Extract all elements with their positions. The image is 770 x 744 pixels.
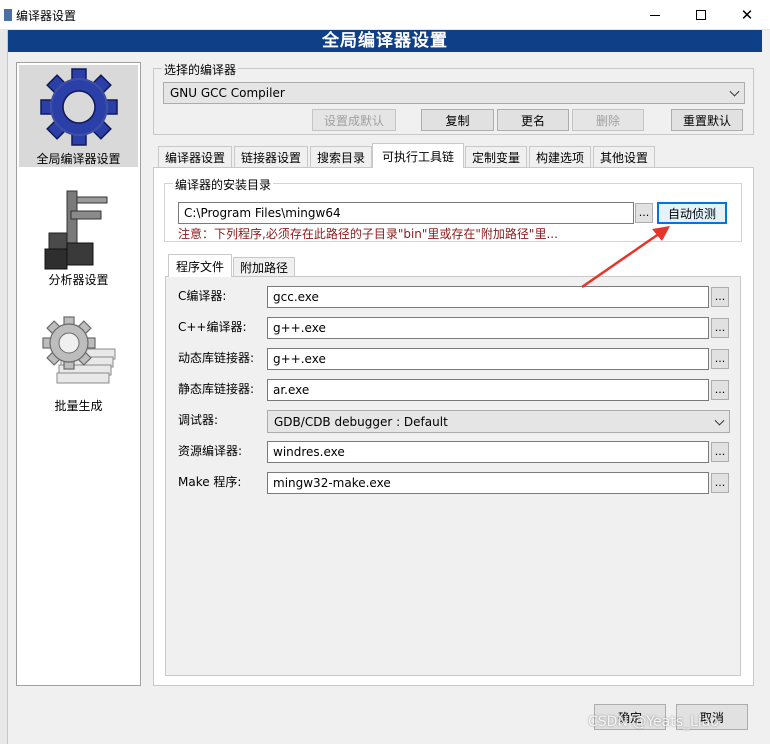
minimize-icon — [650, 14, 660, 16]
nav-item-global-compiler[interactable]: 全局编译器设置 — [19, 65, 138, 167]
nav-item-label: 批量生成 — [54, 399, 103, 413]
set-default-button[interactable]: 设置成默认 — [312, 109, 396, 131]
maximize-button[interactable] — [678, 0, 724, 30]
tab-search-dirs[interactable]: 搜索目录 — [310, 146, 372, 167]
c-compiler-label: C编译器: — [178, 289, 227, 303]
app-icon — [4, 9, 12, 21]
subtab-extra-paths[interactable]: 附加路径 — [233, 257, 295, 277]
make-program-input[interactable]: mingw32-make.exe — [267, 472, 709, 494]
browse-resource-compiler-button[interactable]: ... — [711, 442, 729, 462]
caliper-icon — [44, 190, 108, 270]
gear-icon — [40, 68, 118, 146]
group-title: 编译器的安装目录 — [173, 176, 274, 193]
tab-custom-variables[interactable]: 定制变量 — [465, 146, 527, 167]
chevron-down-icon — [729, 86, 740, 97]
debugger-label: 调试器: — [178, 413, 219, 427]
chevron-down-icon — [714, 415, 725, 426]
maximize-icon — [696, 10, 706, 20]
nav-item-batch-build[interactable]: 批量生成 — [19, 309, 138, 419]
compiler-dropdown-value: GNU GCC Compiler — [170, 86, 285, 100]
close-icon: ✕ — [740, 6, 754, 24]
batch-gear-icon — [42, 316, 116, 384]
dynamic-linker-input[interactable]: g++.exe — [267, 348, 709, 370]
compiler-dropdown[interactable]: GNU GCC Compiler — [163, 82, 745, 104]
close-button[interactable]: ✕ — [724, 0, 770, 30]
settings-nav: 全局编译器设置 分析器设置 批量生成 — [16, 62, 141, 686]
group-title: 选择的编译器 — [162, 61, 239, 78]
reset-defaults-button[interactable]: 重置默认 — [671, 109, 743, 131]
install-dir-input[interactable]: C:\Program Files\mingw64 — [178, 202, 634, 224]
copy-button[interactable]: 复制 — [421, 109, 494, 131]
make-program-label: Make 程序: — [178, 475, 242, 489]
delete-button[interactable]: 删除 — [572, 109, 644, 131]
browse-cpp-compiler-button[interactable]: ... — [711, 318, 729, 338]
background-window-edge — [0, 30, 8, 744]
browse-dynamic-linker-button[interactable]: ... — [711, 349, 729, 369]
dynamic-linker-label: 动态库链接器: — [178, 351, 255, 365]
tab-linker-settings[interactable]: 链接器设置 — [234, 146, 308, 167]
resource-compiler-label: 资源编译器: — [178, 444, 243, 458]
window-title: 编译器设置 — [16, 9, 77, 23]
tab-compiler-settings[interactable]: 编译器设置 — [158, 146, 232, 167]
rename-button[interactable]: 更名 — [497, 109, 569, 131]
resource-compiler-input[interactable]: windres.exe — [267, 441, 709, 463]
nav-item-profiler[interactable]: 分析器设置 — [19, 183, 138, 293]
tab-other-settings[interactable]: 其他设置 — [593, 146, 655, 167]
nav-item-label: 全局编译器设置 — [36, 152, 121, 166]
static-linker-input[interactable]: ar.exe — [267, 379, 709, 401]
cpp-compiler-input[interactable]: g++.exe — [267, 317, 709, 339]
browse-c-compiler-button[interactable]: ... — [711, 287, 729, 307]
browse-make-program-button[interactable]: ... — [711, 473, 729, 493]
install-dir-note: 注意：下列程序,必须存在此路径的子目录"bin"里或存在"附加路径"里... — [178, 227, 558, 241]
nav-item-label: 分析器设置 — [48, 273, 109, 287]
page-banner: 全局编译器设置 — [8, 30, 762, 52]
subtab-program-files[interactable]: 程序文件 — [168, 254, 232, 277]
browse-static-linker-button[interactable]: ... — [711, 380, 729, 400]
minimize-button[interactable] — [632, 0, 678, 30]
tab-build-options[interactable]: 构建选项 — [529, 146, 591, 167]
cpp-compiler-label: C++编译器: — [178, 320, 247, 334]
tab-toolchain-executables[interactable]: 可执行工具链 — [372, 143, 464, 168]
debugger-dropdown[interactable]: GDB/CDB debugger : Default — [267, 410, 730, 433]
title-bar: 编译器设置 ✕ — [0, 0, 770, 30]
debugger-dropdown-value: GDB/CDB debugger : Default — [274, 414, 448, 429]
watermark: CSDN @Yeats_Liao — [588, 714, 719, 730]
annotation-arrow-icon — [581, 226, 670, 289]
static-linker-label: 静态库链接器: — [178, 382, 255, 396]
